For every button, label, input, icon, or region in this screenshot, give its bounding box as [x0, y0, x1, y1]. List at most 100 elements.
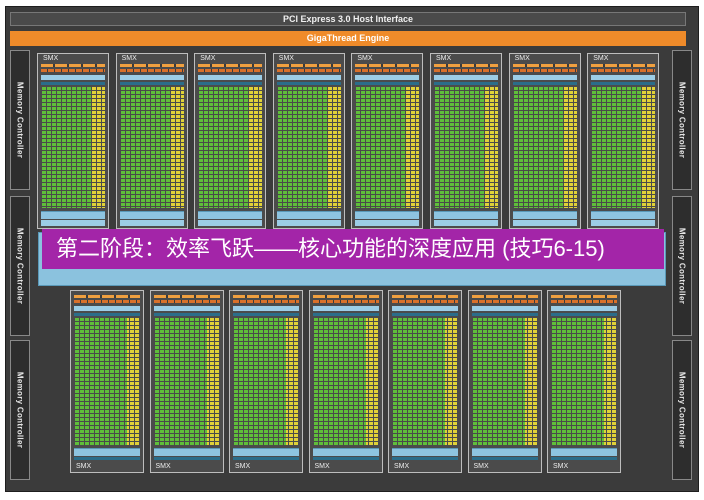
smx-sm-dark: [312, 313, 379, 316]
smx-unit: SMX: [351, 53, 424, 229]
smx-unit: SMX: [430, 53, 502, 229]
smx-sm-disp: [119, 69, 184, 72]
smx-sm-sched: [74, 295, 140, 298]
smx-sm-reg: [198, 220, 263, 226]
smx-unit: SMX: [194, 53, 267, 229]
memory-controller-label: Memory Controller: [15, 81, 25, 159]
smx-sm-reg: [591, 75, 656, 80]
smx-sm-sched: [198, 64, 263, 67]
memory-controller-right-3: Memory Controller: [672, 340, 692, 480]
memory-controller-left-3: Memory Controller: [10, 340, 30, 480]
smx-sm-dark: [312, 457, 379, 460]
cuda-core-grid: [434, 87, 498, 208]
smx-sm-disp: [276, 69, 341, 72]
smx-sm-l1: [233, 448, 299, 456]
smx-sm-l1: [512, 211, 577, 219]
smx-label: SMX: [473, 463, 489, 470]
smx-sm-dark: [471, 457, 538, 460]
smx-sm-sched: [355, 64, 420, 67]
memory-controller-label: Memory Controller: [15, 371, 25, 449]
smx-sm-l1: [198, 211, 263, 219]
smx-sm-l1: [41, 211, 105, 219]
smx-sm-dark: [198, 82, 263, 85]
cuda-core-grid: [41, 87, 105, 208]
smx-sm-dark: [153, 313, 220, 316]
cuda-core-grid: [198, 87, 263, 208]
smx-label: SMX: [121, 55, 137, 62]
cuda-core-grid: [276, 87, 341, 208]
memory-controller-label: Memory Controller: [677, 227, 687, 305]
smx-sm-reg: [119, 75, 184, 80]
smx-sm-reg: [233, 306, 299, 311]
smx-sm-l1: [434, 211, 498, 219]
smx-unit: SMX: [587, 53, 660, 229]
smx-unit: SMX: [388, 290, 462, 473]
memory-controller-left-2: Memory Controller: [10, 196, 30, 336]
smx-unit: SMX: [547, 290, 621, 473]
smx-sm-dark: [591, 82, 656, 85]
smx-unit: SMX: [149, 290, 224, 473]
smx-label: SMX: [43, 55, 59, 62]
smx-sm-dark: [355, 82, 420, 85]
smx-sm-sched: [512, 64, 577, 67]
smx-sm-disp: [392, 300, 458, 303]
smx-sm-disp: [74, 300, 140, 303]
smx-sm-dark: [276, 82, 341, 85]
pcie-host-interface: PCI Express 3.0 Host Interface: [10, 12, 686, 26]
smx-sm-reg: [41, 75, 105, 80]
smx-label: SMX: [76, 463, 92, 470]
smx-sm-l1: [119, 211, 184, 219]
smx-label: SMX: [235, 463, 251, 470]
smx-sm-dark: [233, 457, 299, 460]
smx-sm-reg: [551, 306, 617, 311]
smx-sm-reg: [119, 220, 184, 226]
smx-label: SMX: [553, 463, 569, 470]
smx-unit: SMX: [308, 290, 383, 473]
smx-sm-disp: [312, 300, 379, 303]
smx-sm-l1: [312, 448, 379, 456]
smx-sm-disp: [512, 69, 577, 72]
smx-sm-reg: [276, 75, 341, 80]
memory-controller-left-1: Memory Controller: [10, 50, 30, 190]
memory-controller-right-1: Memory Controller: [672, 50, 692, 190]
smx-sm-disp: [153, 300, 220, 303]
smx-sm-reg: [276, 220, 341, 226]
smx-sm-dark: [392, 457, 458, 460]
smx-sm-reg: [198, 75, 263, 80]
smx-sm-dark: [74, 313, 140, 316]
smx-sm-reg: [434, 75, 498, 80]
smx-label: SMX: [357, 55, 373, 62]
cuda-core-grid: [471, 318, 538, 445]
smx-sm-reg: [74, 306, 140, 311]
smx-sm-sched: [119, 64, 184, 67]
smx-sm-disp: [233, 300, 299, 303]
smx-label: SMX: [155, 463, 171, 470]
smx-sm-sched: [312, 295, 379, 298]
smx-sm-reg: [512, 220, 577, 226]
smx-sm-sched: [471, 295, 538, 298]
smx-sm-l1: [551, 448, 617, 456]
memory-controller-right-2: Memory Controller: [672, 196, 692, 336]
smx-sm-sched: [153, 295, 220, 298]
memory-controller-label: Memory Controller: [677, 81, 687, 159]
smx-label: SMX: [593, 55, 609, 62]
cuda-core-grid: [119, 87, 184, 208]
smx-sm-disp: [41, 69, 105, 72]
smx-sm-disp: [551, 300, 617, 303]
smx-unit: SMX: [70, 290, 144, 473]
smx-sm-disp: [198, 69, 263, 72]
cuda-core-grid: [233, 318, 299, 445]
smx-sm-dark: [74, 457, 140, 460]
smx-label: SMX: [314, 463, 330, 470]
smx-sm-sched: [392, 295, 458, 298]
smx-unit: SMX: [37, 53, 109, 229]
smx-label: SMX: [436, 55, 452, 62]
cuda-core-grid: [551, 318, 617, 445]
smx-sm-dark: [41, 82, 105, 85]
smx-unit: SMX: [229, 290, 303, 473]
smx-unit: SMX: [467, 290, 542, 473]
smx-sm-reg: [591, 220, 656, 226]
smx-sm-sched: [551, 295, 617, 298]
smx-label: SMX: [514, 55, 530, 62]
cuda-core-grid: [355, 87, 420, 208]
